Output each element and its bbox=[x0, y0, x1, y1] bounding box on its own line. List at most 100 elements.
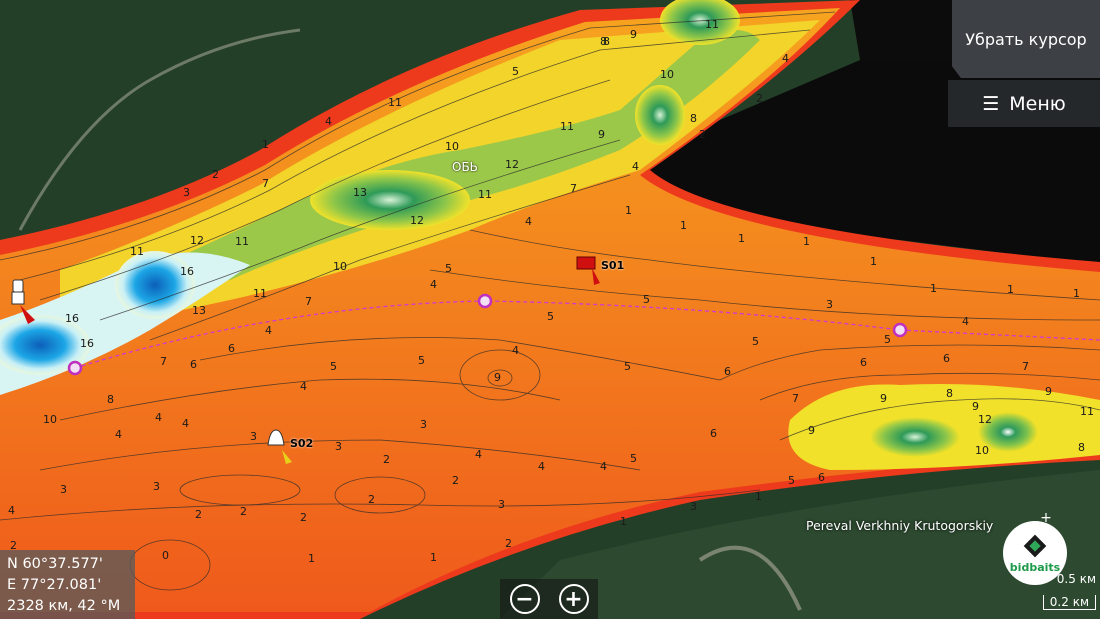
zoom-level: 0.5 км bbox=[1056, 572, 1096, 586]
svg-text:6: 6 bbox=[228, 342, 235, 355]
svg-text:9: 9 bbox=[808, 424, 815, 437]
svg-text:16: 16 bbox=[65, 312, 79, 325]
svg-text:9: 9 bbox=[630, 28, 637, 41]
svg-text:6: 6 bbox=[818, 471, 825, 484]
svg-text:4: 4 bbox=[512, 344, 519, 357]
svg-text:1: 1 bbox=[1007, 283, 1014, 296]
svg-text:8: 8 bbox=[1078, 441, 1085, 454]
svg-text:10: 10 bbox=[975, 444, 989, 457]
svg-text:12: 12 bbox=[505, 158, 519, 171]
route-point[interactable] bbox=[67, 360, 83, 376]
zoom-in-button[interactable]: + bbox=[558, 584, 589, 614]
svg-text:1: 1 bbox=[620, 515, 627, 528]
svg-text:3: 3 bbox=[690, 500, 697, 513]
deep-pool bbox=[870, 417, 960, 457]
svg-text:1: 1 bbox=[930, 282, 937, 295]
route-point[interactable] bbox=[892, 322, 908, 338]
svg-text:2: 2 bbox=[505, 537, 512, 550]
svg-text:4: 4 bbox=[325, 115, 332, 128]
svg-text:9: 9 bbox=[880, 392, 887, 405]
remove-cursor-button[interactable]: Убрать курсор bbox=[952, 0, 1100, 78]
menu-button[interactable]: ☰ Меню bbox=[948, 80, 1100, 127]
svg-text:2: 2 bbox=[240, 505, 247, 518]
svg-text:1: 1 bbox=[262, 138, 269, 151]
svg-text:6: 6 bbox=[710, 427, 717, 440]
svg-text:5: 5 bbox=[752, 335, 759, 348]
menu-label: Меню bbox=[1009, 92, 1066, 115]
svg-text:0: 0 bbox=[162, 549, 169, 562]
distance-bearing: 2328 км, 42 °M bbox=[7, 598, 121, 614]
svg-text:1: 1 bbox=[308, 552, 315, 565]
svg-text:11: 11 bbox=[478, 188, 492, 201]
logo-icon bbox=[1023, 534, 1047, 557]
svg-text:3: 3 bbox=[183, 186, 190, 199]
svg-text:13: 13 bbox=[192, 304, 206, 317]
waypoint-label: S01 bbox=[601, 259, 625, 272]
svg-text:5: 5 bbox=[630, 452, 637, 465]
svg-text:4: 4 bbox=[155, 411, 162, 424]
svg-text:4: 4 bbox=[538, 460, 545, 473]
svg-text:4: 4 bbox=[962, 315, 969, 328]
svg-text:1: 1 bbox=[430, 551, 437, 564]
svg-text:4: 4 bbox=[300, 380, 307, 393]
svg-text:7: 7 bbox=[792, 392, 799, 405]
svg-text:11: 11 bbox=[1080, 405, 1094, 418]
svg-text:12: 12 bbox=[190, 234, 204, 247]
scale-bar: 0.2 км bbox=[1042, 595, 1096, 610]
svg-text:6: 6 bbox=[724, 365, 731, 378]
svg-text:9: 9 bbox=[598, 128, 605, 141]
svg-text:5: 5 bbox=[330, 360, 337, 373]
zoom-out-button[interactable]: − bbox=[509, 584, 540, 614]
svg-text:12: 12 bbox=[410, 214, 424, 227]
svg-text:1: 1 bbox=[1073, 287, 1080, 300]
svg-text:6: 6 bbox=[943, 352, 950, 365]
latitude: N 60°37.577' bbox=[7, 556, 103, 572]
svg-text:6: 6 bbox=[190, 358, 197, 371]
svg-text:9: 9 bbox=[1045, 385, 1052, 398]
svg-text:4: 4 bbox=[475, 448, 482, 461]
svg-text:3: 3 bbox=[498, 498, 505, 511]
svg-text:4: 4 bbox=[115, 428, 122, 441]
svg-text:7: 7 bbox=[262, 177, 269, 190]
hamburger-icon: ☰ bbox=[982, 92, 1000, 115]
svg-text:2: 2 bbox=[195, 508, 202, 521]
svg-text:5: 5 bbox=[512, 65, 519, 78]
svg-text:13: 13 bbox=[353, 186, 367, 199]
svg-text:12: 12 bbox=[978, 413, 992, 426]
svg-text:9: 9 bbox=[972, 400, 979, 413]
svg-text:5: 5 bbox=[884, 333, 891, 346]
svg-text:4: 4 bbox=[182, 417, 189, 430]
svg-text:3: 3 bbox=[826, 298, 833, 311]
svg-text:16: 16 bbox=[80, 337, 94, 350]
svg-text:4: 4 bbox=[8, 504, 15, 517]
svg-text:7: 7 bbox=[570, 182, 577, 195]
svg-text:5: 5 bbox=[418, 354, 425, 367]
svg-text:9: 9 bbox=[494, 371, 501, 384]
svg-text:8: 8 bbox=[946, 387, 953, 400]
svg-text:1: 1 bbox=[680, 219, 687, 232]
svg-text:7: 7 bbox=[1022, 360, 1029, 373]
svg-text:7: 7 bbox=[305, 295, 312, 308]
svg-text:2: 2 bbox=[368, 493, 375, 506]
svg-text:10: 10 bbox=[445, 140, 459, 153]
svg-text:10: 10 bbox=[333, 260, 347, 273]
svg-text:11: 11 bbox=[253, 287, 267, 300]
zoom-controls: − + bbox=[500, 579, 598, 619]
svg-text:5: 5 bbox=[445, 262, 452, 275]
svg-text:10: 10 bbox=[43, 413, 57, 426]
svg-text:4: 4 bbox=[782, 52, 789, 65]
svg-text:8: 8 bbox=[603, 35, 610, 48]
route-point[interactable] bbox=[477, 293, 493, 309]
svg-text:2: 2 bbox=[756, 92, 763, 105]
svg-text:4: 4 bbox=[265, 324, 272, 337]
svg-text:10: 10 bbox=[660, 68, 674, 81]
svg-text:6: 6 bbox=[860, 356, 867, 369]
svg-text:8: 8 bbox=[690, 112, 697, 125]
svg-text:3: 3 bbox=[420, 418, 427, 431]
svg-text:11: 11 bbox=[705, 18, 719, 31]
svg-text:3: 3 bbox=[250, 430, 257, 443]
svg-text:1: 1 bbox=[755, 490, 762, 503]
svg-text:3: 3 bbox=[60, 483, 67, 496]
svg-text:1: 1 bbox=[803, 235, 810, 248]
longitude: E 77°27.081' bbox=[7, 577, 102, 593]
